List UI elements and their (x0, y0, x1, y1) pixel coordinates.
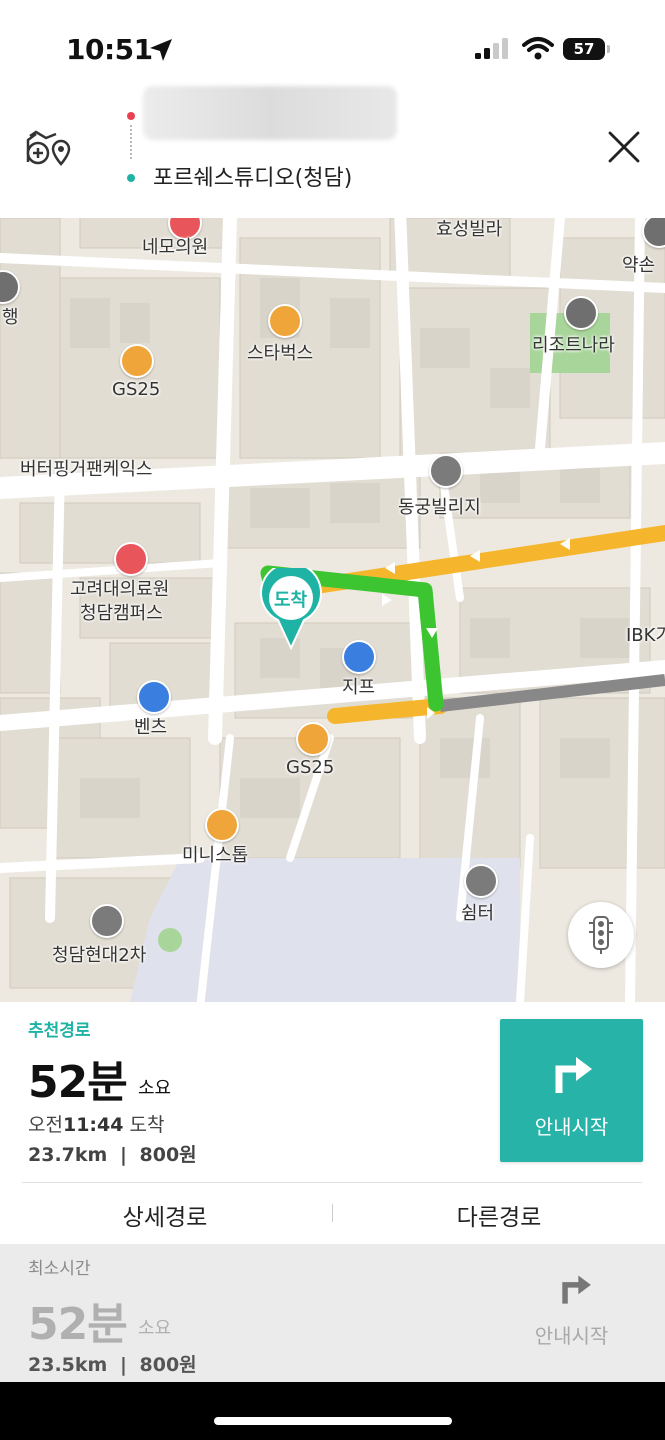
traffic-toggle-button[interactable] (568, 902, 634, 968)
map-view[interactable]: 도착 네모의원 효성빌라 약손 행 스타벅스 GS25 리조트나라 버터핑거팬케… (0, 218, 665, 1002)
status-bar: 10:51 57 (0, 0, 665, 100)
cellular-signal-icon (475, 38, 508, 59)
poi-label: GS25 (112, 379, 161, 400)
poi-label: 행 (2, 307, 19, 328)
close-icon[interactable] (607, 130, 641, 164)
divider (22, 1182, 642, 1183)
lodging-pin-icon[interactable] (564, 296, 598, 330)
destination-field[interactable]: 포르쉐스튜디오(청담) (153, 160, 352, 192)
divider (332, 1204, 333, 1222)
building-pin-icon[interactable] (429, 454, 463, 488)
detail-route-button[interactable]: 상세경로 (70, 1198, 260, 1232)
route-tag: 추천경로 (28, 1021, 91, 1041)
poi-label: 효성빌라 (436, 219, 503, 240)
meta-separator: | (119, 1354, 127, 1376)
convenience-store-pin-icon[interactable] (120, 344, 154, 378)
convenience-store-pin-icon[interactable] (205, 808, 239, 842)
route-duration: 52분 (28, 1057, 128, 1108)
poi-label: GS25 (286, 757, 335, 778)
alt-route-duration-unit: 소요 (138, 1318, 172, 1339)
alt-route-tag: 최소시간 (28, 1259, 91, 1279)
poi-label: 청담캠퍼스 (80, 603, 163, 624)
poi-label: 리조트나라 (532, 335, 615, 356)
wifi-icon (522, 37, 554, 60)
alt-route-meta: 23.5km | 800원 (28, 1350, 197, 1377)
arrival-prefix: 오전 (28, 1114, 63, 1136)
route-meta: 23.7km | 800원 (28, 1140, 197, 1167)
arrival-suffix: 도착 (129, 1114, 165, 1136)
alt-route-distance: 23.5km (28, 1354, 108, 1376)
arrival-marker-label: 도착 (274, 590, 308, 611)
origin-dot (127, 112, 135, 120)
battery-indicator: 57 (563, 38, 610, 60)
route-duration-unit: 소요 (138, 1078, 172, 1099)
start-navigation-label: 안내시작 (534, 1115, 609, 1139)
poi-label: 버터핑거팬케익스 (20, 459, 153, 480)
route-toll: 800원 (139, 1144, 197, 1166)
poi-label: 미니스톱 (182, 845, 249, 866)
alt-route-card[interactable]: 최소시간 52분 소요 23.5km | 800원 안내시작 (0, 1244, 665, 1382)
turn-right-arrow-icon (562, 1275, 591, 1304)
add-waypoint-icon[interactable] (22, 128, 72, 168)
poi-label: 고려대의료원 (70, 579, 170, 600)
alt-route-duration: 52분 (28, 1299, 128, 1350)
poi-label: 약손 (622, 255, 656, 276)
destination-dot (127, 174, 135, 182)
status-time: 10:51 (66, 33, 153, 66)
route-connector (130, 125, 134, 159)
cafe-pin-icon[interactable] (268, 304, 302, 338)
other-route-button[interactable]: 다른경로 (404, 1198, 594, 1232)
home-indicator[interactable] (214, 1417, 452, 1425)
poi-label: IBK기 (626, 625, 665, 646)
turn-right-arrow-icon (555, 1057, 592, 1093)
origin-field[interactable] (143, 86, 397, 140)
building-pin-icon[interactable] (90, 904, 124, 938)
hospital-pin-icon[interactable] (114, 542, 148, 576)
shelter-pin-icon[interactable] (464, 864, 498, 898)
poi-label: 동궁빌리지 (398, 497, 481, 518)
alt-start-navigation-button[interactable]: 안내시작 (500, 1266, 643, 1366)
car-dealer-pin-icon[interactable] (137, 680, 171, 714)
poi-label: 청담현대2차 (52, 945, 147, 966)
route-distance: 23.7km (28, 1144, 108, 1166)
traffic-light-icon (589, 916, 613, 954)
poi-label: 지프 (342, 677, 376, 698)
home-bar (0, 1382, 665, 1440)
car-dealer-pin-icon[interactable] (342, 640, 376, 674)
meta-separator: | (119, 1144, 127, 1166)
location-arrow-icon (150, 39, 172, 61)
start-navigation-button[interactable]: 안내시작 (500, 1019, 643, 1162)
arrival-time: 11:44 (62, 1114, 124, 1136)
poi-label: 벤츠 (134, 717, 168, 738)
alt-route-toll: 800원 (139, 1354, 197, 1376)
arrival-line: 오전11:44 도착 (28, 1110, 164, 1137)
alt-start-navigation-label: 안내시작 (534, 1324, 609, 1348)
convenience-store-pin-icon[interactable] (296, 722, 330, 756)
poi-label: 스타벅스 (247, 343, 314, 364)
poi-label: 네모의원 (142, 237, 209, 258)
poi-label: 쉼터 (461, 903, 495, 924)
